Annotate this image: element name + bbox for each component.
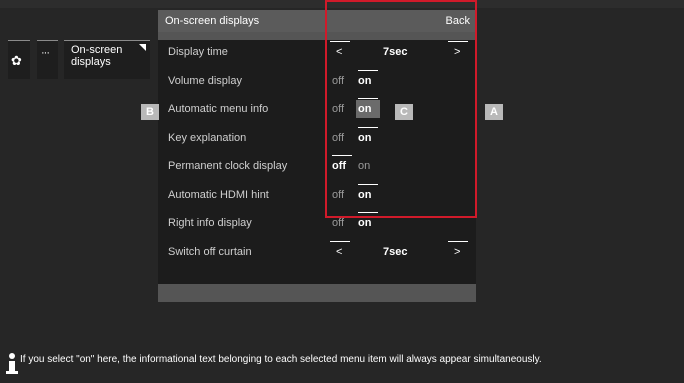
marker-c: C [395, 104, 413, 120]
marker-a: A [485, 104, 503, 120]
increase-button[interactable]: > [448, 239, 470, 265]
marker-b: B [141, 104, 159, 120]
toggle-off-label: off [332, 217, 345, 229]
row-label: Automatic HDMI hint [168, 189, 269, 201]
panel-title: On-screen displays [165, 15, 260, 27]
corner-triangle-icon [139, 44, 146, 51]
info-text: If you select "on" here, the information… [20, 354, 542, 365]
row-label: Right info display [168, 217, 252, 229]
row-label: Switch off curtain [168, 246, 252, 258]
tv-menu-screen: ✿ ··· On-screen displays On-screen displ… [0, 0, 684, 383]
nav-more-tile[interactable]: ··· [37, 40, 58, 79]
nav-on-screen-displays-tile[interactable]: On-screen displays [64, 40, 150, 79]
left-arrow-icon: < [336, 246, 343, 258]
row-label: Automatic menu info [168, 103, 269, 115]
gear-icon: ✿ [11, 53, 22, 68]
row-label: Volume display [168, 75, 242, 87]
info-icon [6, 353, 18, 375]
nav-settings-tile[interactable]: ✿ [8, 40, 30, 79]
row-value: 7sec [383, 246, 408, 258]
row-label: Permanent clock display [168, 160, 288, 172]
toggle-on-label: on [358, 217, 372, 229]
settings-row[interactable]: Switch off curtain <7sec > [158, 239, 476, 265]
decrease-button[interactable]: < [330, 239, 352, 265]
right-arrow-icon: > [454, 246, 461, 258]
row-label: Key explanation [168, 132, 247, 144]
nav-osd-label: On-screen displays [71, 44, 123, 68]
more-label: ··· [41, 47, 50, 59]
row-label: Display time [168, 46, 228, 58]
